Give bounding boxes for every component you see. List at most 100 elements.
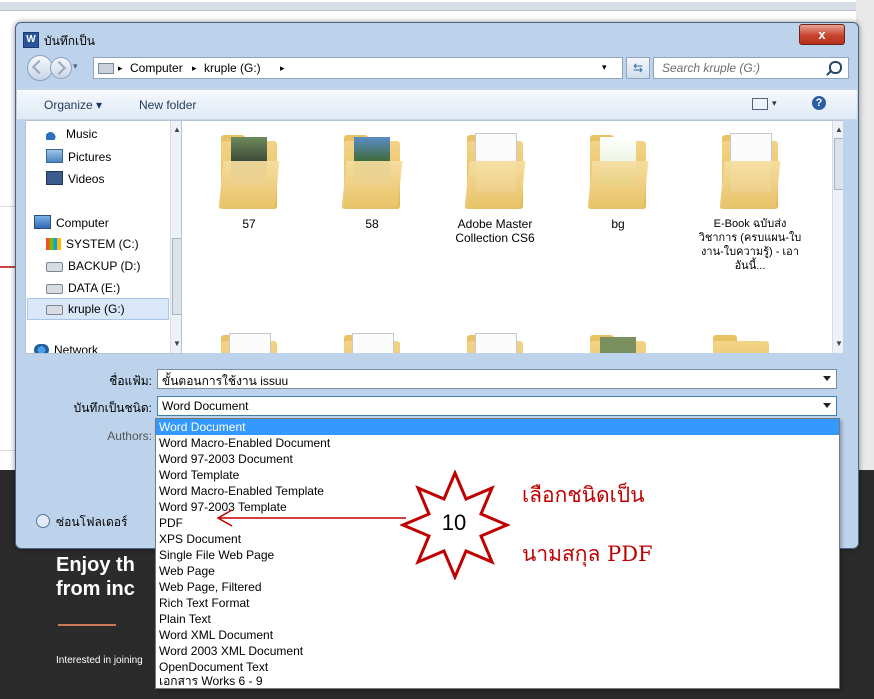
computer-icon — [34, 215, 51, 229]
dialog-title: บันทึกเป็น — [44, 34, 95, 48]
nav-item-label: BACKUP (D:) — [68, 259, 141, 273]
savetype-option[interactable]: เอกสาร Works 6 - 9 — [156, 675, 839, 688]
nav-item-computer[interactable]: Computer — [34, 215, 109, 230]
nav-item-label: DATA (E:) — [68, 281, 121, 295]
folder-icon — [341, 131, 403, 211]
nav-item-system-drive[interactable]: SYSTEM (C:) — [46, 237, 139, 251]
pictures-icon — [46, 149, 63, 163]
nav-item-pictures[interactable]: Pictures — [46, 149, 111, 164]
savetype-select[interactable]: Word Document — [157, 396, 837, 416]
scroll-up-icon[interactable]: ▲ — [173, 125, 181, 134]
folder-label: bg — [611, 217, 625, 231]
drive-icon — [46, 305, 63, 315]
scroll-up-icon[interactable]: ▲ — [835, 125, 843, 134]
folder-label: E-Book ฉบับส่งวิชาการ (ครบแผน-ใบงาน-ใบคว… — [698, 218, 802, 272]
folder-item[interactable] — [695, 321, 787, 353]
authors-label: Authors: — [107, 429, 152, 443]
search-input[interactable]: Search kruple (G:) — [653, 57, 849, 79]
folder-icon — [587, 131, 649, 211]
savetype-option[interactable]: Word XML Document — [156, 627, 839, 643]
nav-item-label: kruple (G:) — [68, 302, 125, 316]
hide-folders-label: ซ่อนโฟลเดอร์ — [56, 515, 128, 529]
hero-line-1: Enjoy th — [56, 554, 135, 576]
filelist-scrollbar[interactable]: ▲ ▼ — [832, 121, 843, 353]
refresh-button[interactable]: ⇆ — [626, 57, 650, 79]
system-drive-icon — [46, 238, 61, 250]
nav-item-label: Pictures — [68, 150, 112, 164]
videos-icon — [46, 171, 63, 185]
help-button[interactable]: ? — [812, 96, 826, 110]
chevron-down-icon[interactable] — [823, 403, 831, 408]
navpane-scroll-thumb[interactable] — [172, 238, 181, 315]
close-button[interactable]: x — [799, 24, 845, 45]
filename-input[interactable]: ขั้นตอนการใช้งาน issuu — [157, 369, 837, 389]
folder-item[interactable] — [449, 321, 541, 353]
view-options-icon[interactable] — [752, 98, 768, 110]
folder-item[interactable]: 58 — [326, 121, 418, 231]
nav-item-music[interactable]: Music — [46, 127, 97, 141]
new-folder-button[interactable]: New folder — [139, 98, 196, 112]
folder-item[interactable] — [326, 321, 418, 353]
nav-item-backup-drive[interactable]: BACKUP (D:) — [46, 259, 140, 273]
filelist-scroll-thumb[interactable] — [834, 138, 843, 190]
view-dropdown-icon[interactable]: ▾ — [772, 98, 777, 109]
search-placeholder: Search kruple (G:) — [662, 61, 761, 75]
nav-item-data-drive[interactable]: DATA (E:) — [46, 281, 120, 295]
folder-icon — [465, 331, 525, 353]
command-toolbar: Organize ▾ New folder ▾ ? — [17, 89, 857, 120]
forward-arrow-icon — [51, 60, 67, 76]
folder-label: 58 — [365, 217, 379, 231]
savetype-option[interactable]: Web Page, Filtered — [156, 579, 839, 595]
filename-label: ชื่อแฟ้ม: — [109, 374, 152, 388]
file-list: 57 58 Adobe Master Collection CS6 bg E-B… — [182, 120, 843, 353]
folder-icon — [464, 131, 526, 211]
drive-icon — [46, 284, 63, 294]
savetype-option[interactable]: OpenDocument Text — [156, 659, 839, 675]
savetype-option[interactable]: Word 97-2003 Document — [156, 451, 839, 467]
step-number: 10 — [441, 510, 467, 535]
hide-folders-button[interactable]: ซ่อนโฟลเดอร์ — [36, 513, 127, 532]
computer-small-icon — [98, 63, 114, 74]
nav-item-network[interactable]: Network — [34, 343, 98, 353]
organize-button[interactable]: Organize ▾ — [44, 98, 102, 112]
scroll-down-icon[interactable]: ▼ — [173, 339, 181, 348]
savetype-option[interactable]: Word 2003 XML Document — [156, 643, 839, 659]
nav-item-label: SYSTEM (C:) — [66, 237, 139, 251]
footer-text: Interested in joining — [56, 655, 143, 666]
address-bar[interactable]: ▸ Computer ▸ kruple (G:) ▸ ▾ — [93, 57, 623, 79]
navpane-scrollbar[interactable]: ▲ ▼ — [170, 121, 181, 353]
folder-item[interactable] — [203, 321, 295, 353]
savetype-label: บันทึกเป็นชนิด: — [73, 401, 152, 415]
recent-pages-icon[interactable]: ▾ — [73, 61, 78, 72]
filename-value: ขั้นตอนการใช้งาน issuu — [162, 374, 289, 388]
folder-item[interactable]: Adobe Master Collection CS6 — [449, 121, 541, 245]
folder-item[interactable]: bg — [572, 121, 664, 231]
navigation-pane: Music Pictures Videos Computer SYSTEM (C… — [25, 120, 182, 354]
nav-item-kruple-drive[interactable]: kruple (G:) — [46, 302, 125, 316]
savetype-value: Word Document — [162, 399, 249, 413]
word-icon: W — [23, 32, 39, 48]
folder-icon — [719, 131, 781, 211]
nav-item-videos[interactable]: Videos — [46, 171, 104, 186]
folder-icon — [588, 331, 648, 353]
folder-item[interactable] — [572, 321, 664, 353]
search-icon[interactable] — [829, 61, 842, 74]
nav-item-label: Computer — [56, 216, 109, 230]
savetype-option[interactable]: Word Macro-Enabled Document — [156, 435, 839, 451]
savetype-option[interactable]: Rich Text Format — [156, 595, 839, 611]
folder-label: 57 — [242, 217, 256, 231]
savetype-option[interactable]: Plain Text — [156, 611, 839, 627]
breadcrumb-separator: ▸ — [118, 63, 123, 73]
savetype-option[interactable]: Word Document — [156, 419, 839, 435]
instruction-line-2: นามสกุล PDF — [522, 542, 653, 566]
forward-button[interactable] — [50, 57, 72, 79]
chevron-down-icon[interactable] — [823, 376, 831, 381]
folder-item[interactable]: 57 — [203, 121, 295, 231]
scroll-down-icon[interactable]: ▼ — [835, 339, 843, 348]
dialog-titlebar[interactable] — [16, 23, 858, 53]
nav-item-label: Music — [66, 127, 98, 141]
breadcrumb-drive[interactable]: kruple (G:) — [204, 61, 261, 75]
folder-item[interactable]: E-Book ฉบับส่งวิชาการ (ครบแผน-ใบงาน-ใบคว… — [695, 121, 805, 273]
address-dropdown-icon[interactable]: ▾ — [602, 62, 607, 73]
breadcrumb-computer[interactable]: Computer — [130, 61, 183, 75]
